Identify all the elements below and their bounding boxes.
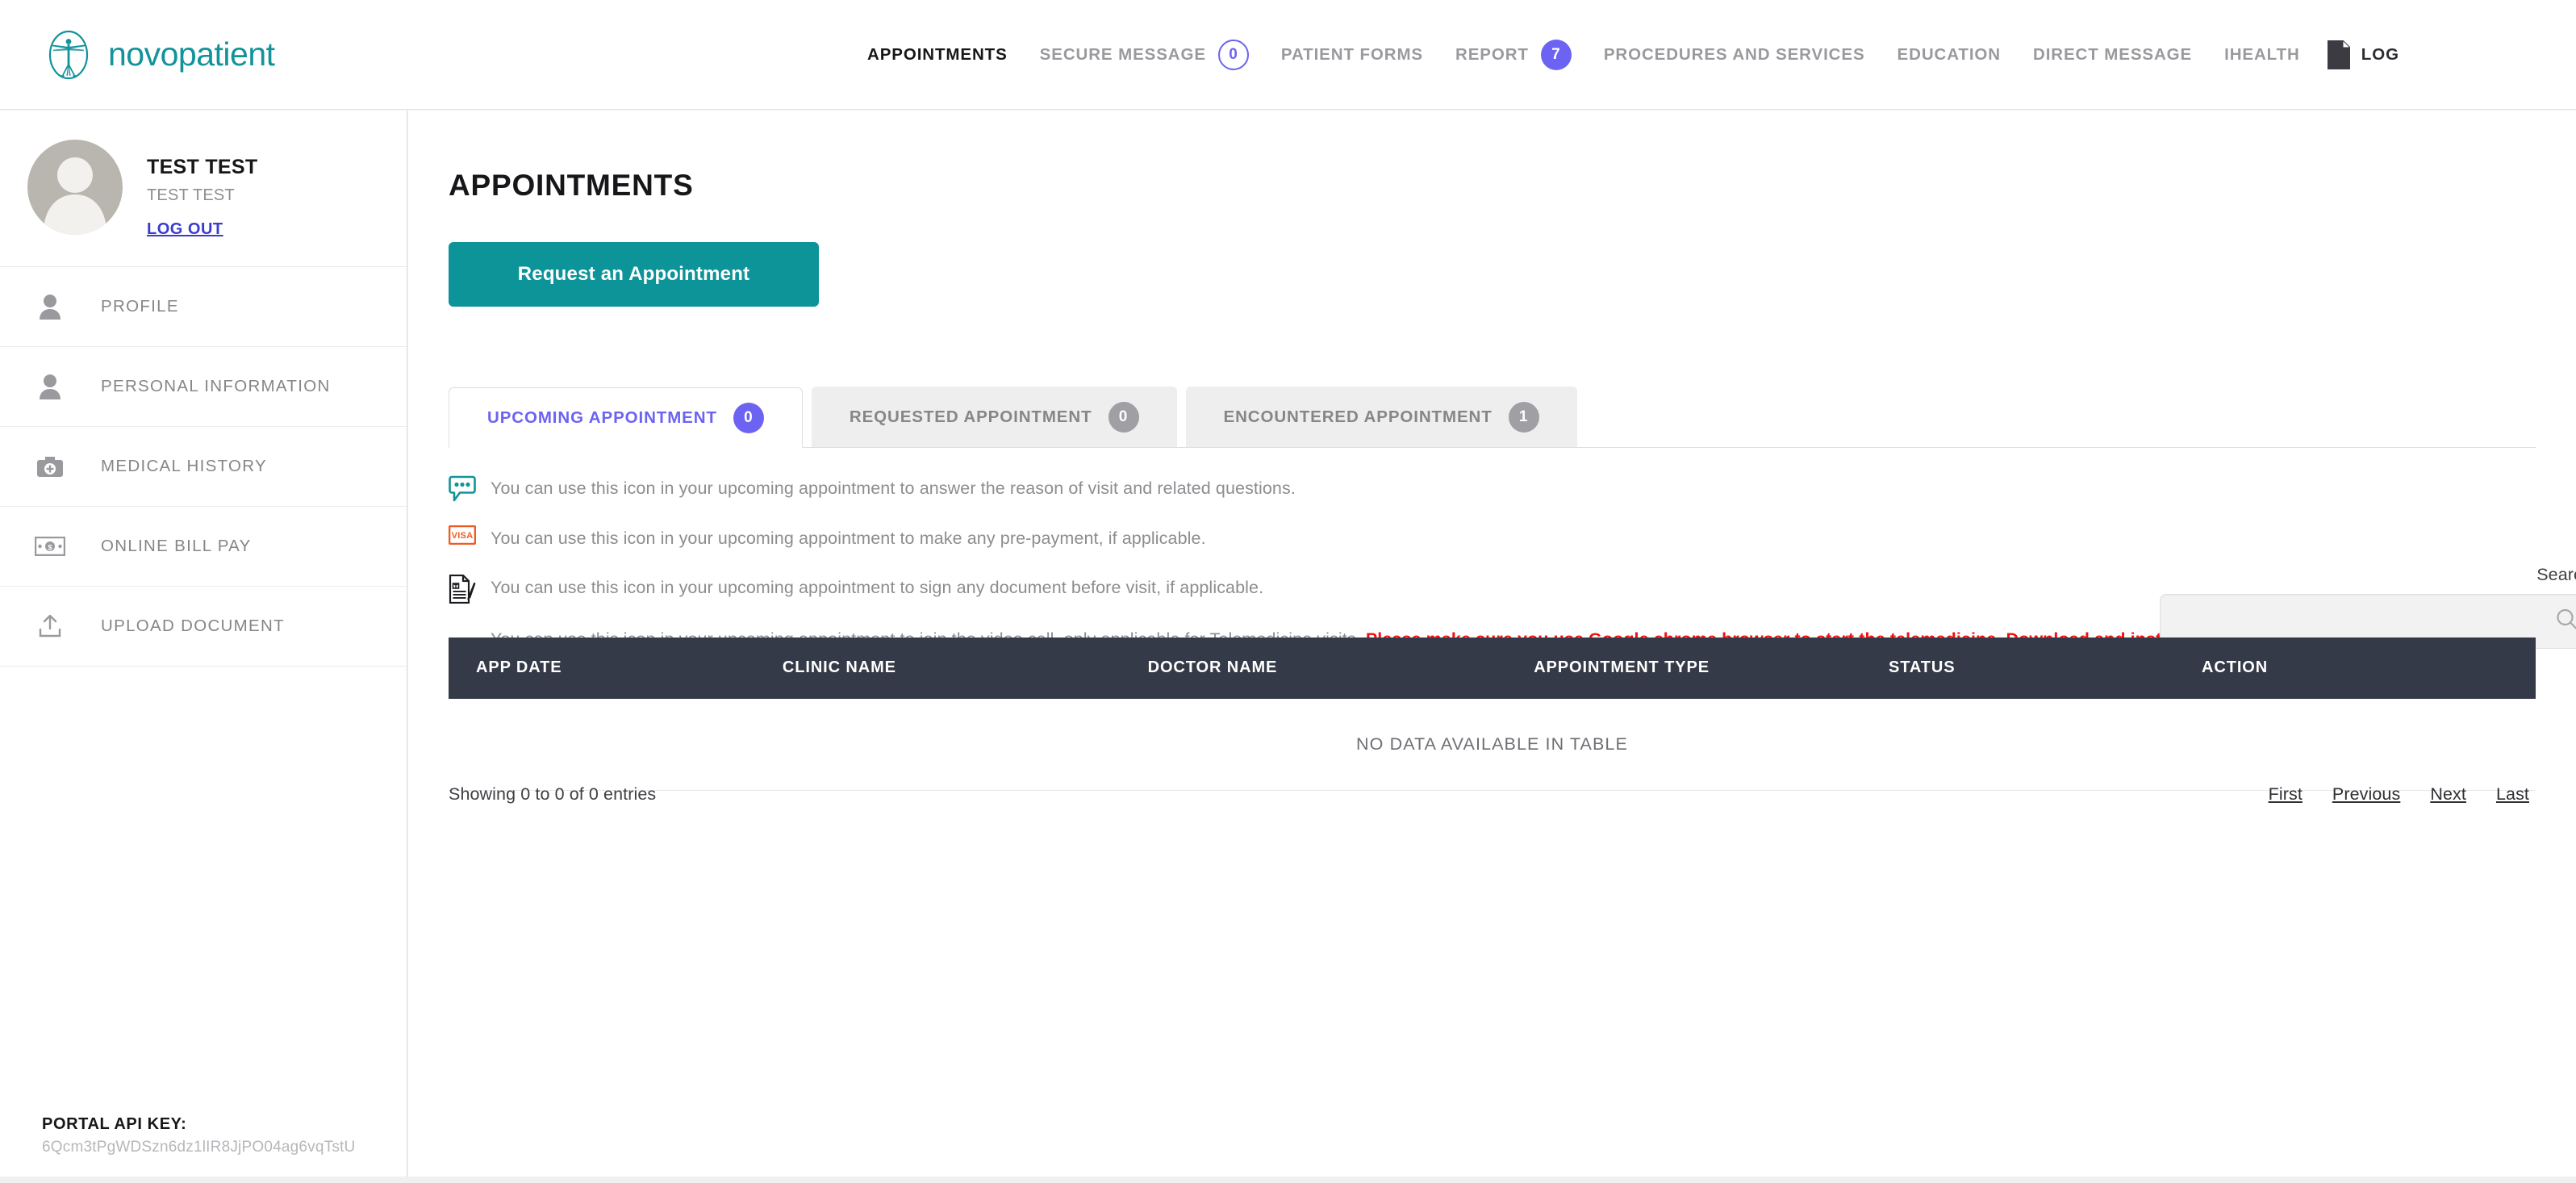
sidebar-item-label: ONLINE BILL PAY [101, 537, 252, 555]
table-search: Search: [2160, 565, 2576, 649]
pagination-previous[interactable]: Previous [2332, 784, 2400, 805]
speech-bubble-icon [449, 474, 491, 503]
user-avatar-placeholder-icon [27, 140, 123, 235]
pagination-next[interactable]: Next [2430, 784, 2466, 805]
sidebar-item-online-bill-pay[interactable]: $ ONLINE BILL PAY [0, 507, 407, 587]
main-content: APPOINTMENTS Request an Appointment UPCO… [408, 111, 2576, 1183]
appointments-table-wrap: APP DATE CLINIC NAME DOCTOR NAME APPOINT… [449, 637, 2536, 791]
person-icon [34, 291, 66, 323]
column-appointment-type[interactable]: APPOINTMENT TYPE [1534, 637, 1889, 699]
column-doctor-name[interactable]: DOCTOR NAME [1147, 637, 1534, 699]
api-key-value: 6Qcm3tPgWDSzn6dz1lIR8JjPO04ag6vqTstU [42, 1139, 356, 1156]
nav-label: SECURE MESSAGE [1039, 45, 1206, 64]
nav-item-patient-forms[interactable]: PATIENT FORMS [1265, 45, 1439, 65]
sign-document-icon [449, 573, 491, 604]
bottom-strip [0, 1177, 2576, 1183]
table-empty-row: NO DATA AVAILABLE IN TABLE [449, 699, 2536, 791]
tab-requested-appointment[interactable]: REQUESTED APPOINTMENT 0 [811, 387, 1177, 447]
nav-label: APPOINTMENTS [867, 45, 1008, 64]
nav-label: EDUCATION [1897, 45, 2001, 64]
pagination: First Previous Next Last [2269, 784, 2536, 805]
page-title: APPOINTMENTS [449, 169, 694, 202]
report-badge: 7 [1540, 40, 1572, 70]
upload-icon [34, 610, 66, 642]
nav-item-log[interactable]: LOG [2316, 39, 2414, 69]
profile-card: TEST TEST TEST TEST LOG OUT [0, 111, 407, 267]
pagination-last[interactable]: Last [2496, 784, 2529, 805]
nav-label: PATIENT FORMS [1280, 45, 1423, 64]
top-header-bar: novopatient APPOINTMENTS SECURE MESSAGE … [0, 0, 2576, 110]
tab-encountered-appointment[interactable]: ENCOUNTERED APPOINTMENT 1 [1185, 387, 1577, 447]
sidebar-item-label: PERSONAL INFORMATION [101, 377, 331, 395]
document-icon [2327, 39, 2351, 69]
tab-label: ENCOUNTERED APPOINTMENT [1223, 407, 1493, 426]
tab-badge: 1 [1508, 401, 1539, 433]
tab-label: UPCOMING APPOINTMENT [487, 408, 717, 427]
empty-message: NO DATA AVAILABLE IN TABLE [449, 699, 2536, 791]
svg-text:$: $ [48, 544, 52, 552]
sidebar-item-medical-history[interactable]: MEDICAL HISTORY [0, 427, 407, 507]
sidebar-item-profile[interactable]: PROFILE [0, 267, 407, 347]
appointments-table: APP DATE CLINIC NAME DOCTOR NAME APPOINT… [449, 637, 2536, 791]
medical-bag-icon [34, 450, 66, 483]
appointment-tabs: UPCOMING APPOINTMENT 0 REQUESTED APPOINT… [449, 387, 2536, 448]
request-an-appointment-button[interactable]: Request an Appointment [449, 242, 819, 307]
nav-log-label: LOG [2361, 45, 2400, 64]
profile-subtitle: TEST TEST [147, 186, 235, 204]
profile-name: TEST TEST [147, 156, 258, 178]
sidebar-item-label: UPLOAD DOCUMENT [101, 617, 285, 635]
column-action[interactable]: ACTION [2202, 637, 2536, 699]
log-out-link[interactable]: LOG OUT [147, 220, 223, 239]
nav-label: PROCEDURES AND SERVICES [1603, 45, 1865, 64]
nav-item-report[interactable]: REPORT 7 [1439, 40, 1588, 70]
pagination-first[interactable]: First [2269, 784, 2303, 805]
money-bill-icon: $ [34, 530, 66, 562]
table-header-row: APP DATE CLINIC NAME DOCTOR NAME APPOINT… [449, 637, 2536, 699]
main-navigation: APPOINTMENTS SECURE MESSAGE 0 PATIENT FO… [851, 0, 2414, 110]
legend-text: You can use this icon in your upcoming a… [491, 529, 1206, 548]
nav-item-direct-message[interactable]: DIRECT MESSAGE [2017, 45, 2208, 65]
nav-item-procedures-and-services[interactable]: PROCEDURES AND SERVICES [1588, 45, 1881, 65]
sidebar-item-personal-information[interactable]: PERSONAL INFORMATION [0, 347, 407, 427]
nav-item-ihealth[interactable]: IHEALTH [2208, 45, 2316, 65]
tab-badge: 0 [733, 402, 764, 433]
legend-text: You can use this icon in your upcoming a… [491, 578, 1264, 598]
tab-label: REQUESTED APPOINTMENT [849, 407, 1092, 426]
column-status[interactable]: STATUS [1889, 637, 2202, 699]
column-app-date[interactable]: APP DATE [449, 637, 783, 699]
nav-item-appointments[interactable]: APPOINTMENTS [851, 45, 1024, 65]
sidebar-item-label: MEDICAL HISTORY [101, 457, 267, 475]
table-body: NO DATA AVAILABLE IN TABLE [449, 699, 2536, 791]
vitruvian-man-icon [42, 28, 95, 82]
nav-label: IHEALTH [2224, 45, 2300, 64]
svg-text:VISA: VISA [452, 531, 474, 541]
sidebar: TEST TEST TEST TEST LOG OUT PROFILE PERS… [0, 111, 407, 1183]
brand-logo-link[interactable]: novopatient [42, 28, 275, 82]
secure-message-badge: 0 [1217, 40, 1249, 70]
column-clinic-name[interactable]: CLINIC NAME [782, 637, 1148, 699]
nav-item-secure-message[interactable]: SECURE MESSAGE 0 [1024, 40, 1265, 70]
tab-badge: 0 [1108, 401, 1139, 433]
entries-info: Showing 0 to 0 of 0 entries [449, 784, 657, 804]
visa-card-icon: VISA [449, 524, 491, 545]
legend-row-payment: VISA You can use this icon in your upcom… [449, 524, 2536, 552]
sidebar-item-upload-document[interactable]: UPLOAD DOCUMENT [0, 587, 407, 667]
tab-upcoming-appointment[interactable]: UPCOMING APPOINTMENT 0 [449, 387, 803, 448]
api-key-title: PORTAL API KEY: [42, 1115, 187, 1133]
nav-label: DIRECT MESSAGE [2032, 45, 2193, 64]
legend-text: You can use this icon in your upcoming a… [491, 479, 1296, 498]
search-label: Search: [2536, 565, 2576, 584]
nav-label: REPORT [1455, 45, 1529, 64]
person-icon [34, 370, 66, 403]
nav-item-education[interactable]: EDUCATION [1881, 45, 2017, 65]
table-header: APP DATE CLINIC NAME DOCTOR NAME APPOINT… [449, 637, 2536, 699]
sidebar-item-label: PROFILE [101, 297, 179, 316]
legend-row-questionnaire: You can use this icon in your upcoming a… [449, 474, 2536, 503]
portal-api-key: PORTAL API KEY: 6Qcm3tPgWDSzn6dz1lIR8JjP… [0, 1115, 407, 1156]
table-footer: Showing 0 to 0 of 0 entries First Previo… [449, 784, 2536, 805]
brand-name: novopatient [108, 36, 275, 73]
